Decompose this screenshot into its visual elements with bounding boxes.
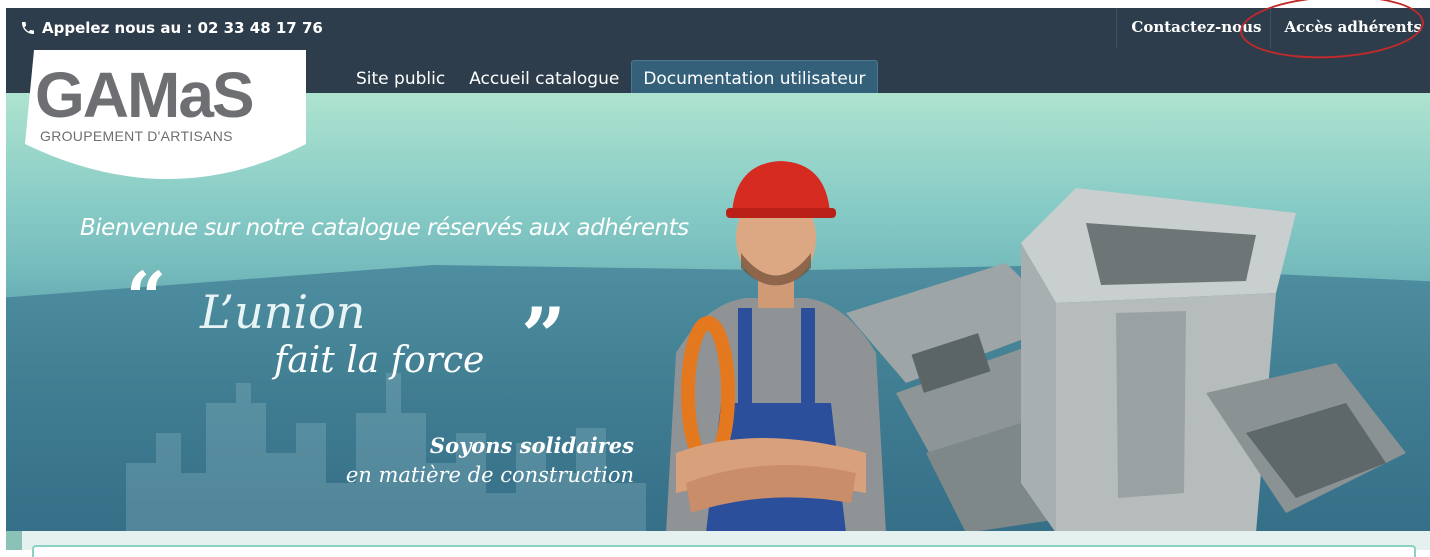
quote-open-mark: “ (126, 263, 166, 333)
quote-close-mark: ” (521, 298, 566, 376)
content-box (32, 545, 1416, 557)
logo-brand: GAMaS (35, 60, 253, 130)
phone-label: Appelez nous au : 02 33 48 17 76 (42, 19, 323, 37)
phone-contact: Appelez nous au : 02 33 48 17 76 (20, 17, 323, 39)
phone-icon (20, 20, 36, 36)
concrete-blocks-image (846, 188, 1406, 531)
member-access-link[interactable]: Accès adhérents (1270, 8, 1430, 48)
worker-image (666, 161, 886, 531)
subtitle-line-1: Soyons solidaires (306, 433, 634, 458)
welcome-text: Bienvenue sur notre catalogue réservés a… (80, 215, 689, 241)
top-links: Contactez-nous Accès adhérents (1116, 8, 1430, 48)
worker-and-blocks-illustration (646, 153, 1426, 531)
slogan-line-1: L’union (200, 285, 365, 339)
subtitle-line-2: en matière de construction (246, 463, 634, 487)
logo-tagline: GROUPEMENT D'ARTISANS (40, 128, 233, 144)
content-edge (6, 531, 22, 550)
contact-link[interactable]: Contactez-nous (1116, 8, 1269, 48)
slogan-line-2: fait la force (274, 340, 484, 381)
